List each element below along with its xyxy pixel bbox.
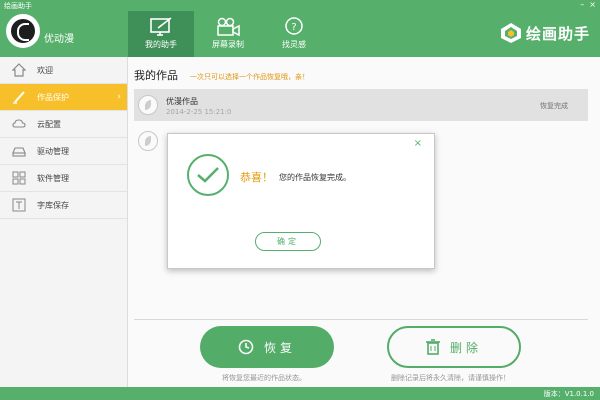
close-window-icon[interactable]: × xyxy=(589,0,596,10)
unicorn-logo-icon xyxy=(11,19,35,43)
title-bar: 绘画助手 – × xyxy=(0,0,600,11)
tab-label: 屏幕录制 xyxy=(212,40,244,49)
tab-label: 找灵感 xyxy=(282,40,306,49)
font-icon xyxy=(12,198,26,212)
sidebar-item-work-protection[interactable]: 作品保护 › xyxy=(0,84,127,111)
app-window: 绘画助手 – × 优动漫 我的助手 屏幕录制 ? 找灵感 绘画助手 欢迎 作品保… xyxy=(0,0,600,400)
home-icon xyxy=(12,63,26,77)
cloud-icon xyxy=(12,119,26,128)
username: 优动漫 xyxy=(44,34,74,45)
grid-icon xyxy=(12,171,26,185)
dialog-title: 恭喜！ xyxy=(240,171,273,184)
sidebar-item-label: 作品保护 xyxy=(37,92,69,102)
status-bar: 版本：V1.0.1.0 xyxy=(0,387,600,400)
video-camera-icon xyxy=(217,17,240,37)
tab-my-assistant[interactable]: 我的助手 xyxy=(128,11,194,57)
window-controls: – × xyxy=(580,0,596,10)
sidebar-item-driver-management[interactable]: 驱动管理 xyxy=(0,138,127,165)
sidebar-item-welcome[interactable]: 欢迎 xyxy=(0,57,127,84)
sidebar-item-label: 软件管理 xyxy=(37,173,69,183)
brand: 绘画助手 xyxy=(500,22,590,44)
brand-name: 绘画助手 xyxy=(525,24,590,43)
svg-text:?: ? xyxy=(291,22,296,33)
brand-logo-icon xyxy=(500,23,521,43)
close-icon[interactable]: × xyxy=(414,138,422,149)
sidebar-item-cloud-config[interactable]: 云配置 xyxy=(0,111,127,138)
ok-button[interactable]: 确定 xyxy=(255,232,321,251)
dialog-message: 您的作品恢复完成。 xyxy=(279,173,351,182)
chevron-right-icon: › xyxy=(117,92,121,102)
sidebar-item-font-save[interactable]: 字库保存 xyxy=(0,192,127,219)
tab-screen-record[interactable]: 屏幕录制 xyxy=(195,11,261,57)
drive-icon xyxy=(12,147,26,157)
sidebar-item-label: 字库保存 xyxy=(37,200,69,210)
lightbulb-icon: ? xyxy=(285,17,303,35)
version-label: 版本：V1.0.1.0 xyxy=(543,390,594,398)
success-dialog: × 恭喜！ 您的作品恢复完成。 确定 xyxy=(167,133,435,269)
sidebar-item-label: 驱动管理 xyxy=(37,146,69,156)
sidebar: 欢迎 作品保护 › 云配置 驱动管理 软件管理 字库保存 xyxy=(0,57,128,387)
sidebar-item-software-management[interactable]: 软件管理 xyxy=(0,165,127,192)
checkmark-icon xyxy=(187,154,229,196)
sidebar-item-label: 云配置 xyxy=(37,119,61,129)
tab-find-inspiration[interactable]: ? 找灵感 xyxy=(261,11,327,57)
minimize-icon[interactable]: – xyxy=(580,0,584,10)
tab-label: 我的助手 xyxy=(145,40,177,49)
brush-icon xyxy=(13,91,25,104)
sidebar-item-label: 欢迎 xyxy=(37,65,53,75)
avatar[interactable] xyxy=(6,14,40,48)
header: 优动漫 我的助手 屏幕录制 ? 找灵感 绘画助手 xyxy=(0,11,600,57)
window-title: 绘画助手 xyxy=(4,2,32,10)
monitor-brush-icon xyxy=(150,17,172,36)
